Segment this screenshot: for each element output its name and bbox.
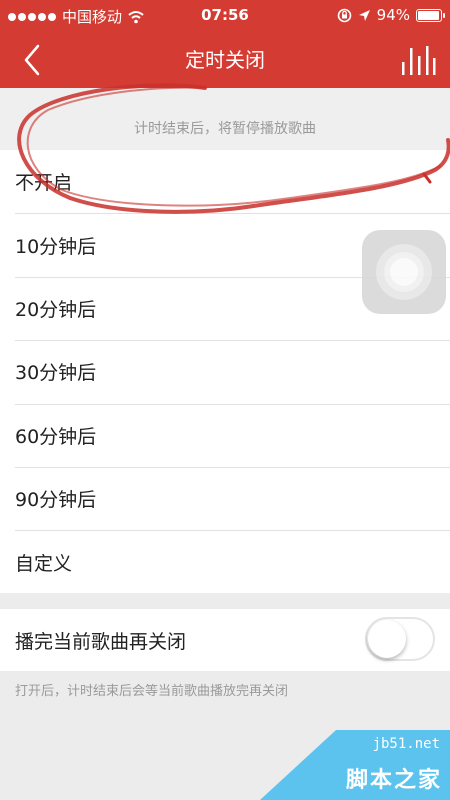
watermark-brand: 脚本之家 bbox=[345, 768, 442, 793]
battery-icon bbox=[416, 8, 445, 22]
option-60-min[interactable]: 60分钟后 bbox=[0, 403, 450, 467]
battery-percent: 94% bbox=[376, 6, 410, 24]
finish-song-label: 播完当前歌曲再关闭 bbox=[15, 630, 187, 653]
assistive-ring bbox=[390, 258, 418, 286]
option-off[interactable]: 不开启 bbox=[0, 150, 450, 213]
finish-song-toggle[interactable] bbox=[365, 617, 435, 661]
location-arrow-icon bbox=[358, 9, 370, 21]
assistive-touch-button[interactable] bbox=[362, 230, 446, 314]
option-90-min[interactable]: 90分钟后 bbox=[0, 466, 450, 530]
finish-song-hint: 打开后，计时结束后会等当前歌曲播放完再关闭 bbox=[15, 684, 289, 699]
finish-song-row: 播完当前歌曲再关闭 bbox=[0, 609, 450, 671]
option-label: 60分钟后 bbox=[15, 425, 97, 448]
page-title: 定时关闭 bbox=[185, 48, 265, 72]
toggle-knob bbox=[368, 620, 406, 658]
section-gap bbox=[0, 593, 450, 609]
nav-bar: 定时关闭 bbox=[0, 30, 450, 88]
status-bar: 中国移动 07:56 94% bbox=[0, 0, 450, 30]
option-custom[interactable]: 自定义 bbox=[0, 530, 450, 593]
equalizer-icon bbox=[402, 46, 436, 75]
timer-options-list: 不开启 10分钟后 20分钟后 30分钟后 60分钟后 90分钟后 自定义 bbox=[0, 150, 450, 594]
status-right: 94% bbox=[337, 6, 445, 24]
option-label: 90分钟后 bbox=[15, 489, 97, 512]
option-label: 不开启 bbox=[15, 172, 73, 195]
now-playing-button[interactable] bbox=[400, 44, 436, 76]
option-label: 20分钟后 bbox=[15, 298, 97, 321]
rotation-lock-icon bbox=[337, 8, 351, 22]
option-label: 10分钟后 bbox=[15, 235, 97, 258]
option-label: 30分钟后 bbox=[15, 362, 97, 385]
timer-hint: 计时结束后，将暂停播放歌曲 bbox=[0, 88, 450, 150]
option-30-min[interactable]: 30分钟后 bbox=[0, 340, 450, 403]
watermark: jb51.net 脚本之家 bbox=[260, 730, 450, 800]
option-label: 自定义 bbox=[15, 552, 73, 575]
watermark-site: jb51.net bbox=[372, 736, 440, 752]
battery-fill bbox=[418, 10, 439, 20]
